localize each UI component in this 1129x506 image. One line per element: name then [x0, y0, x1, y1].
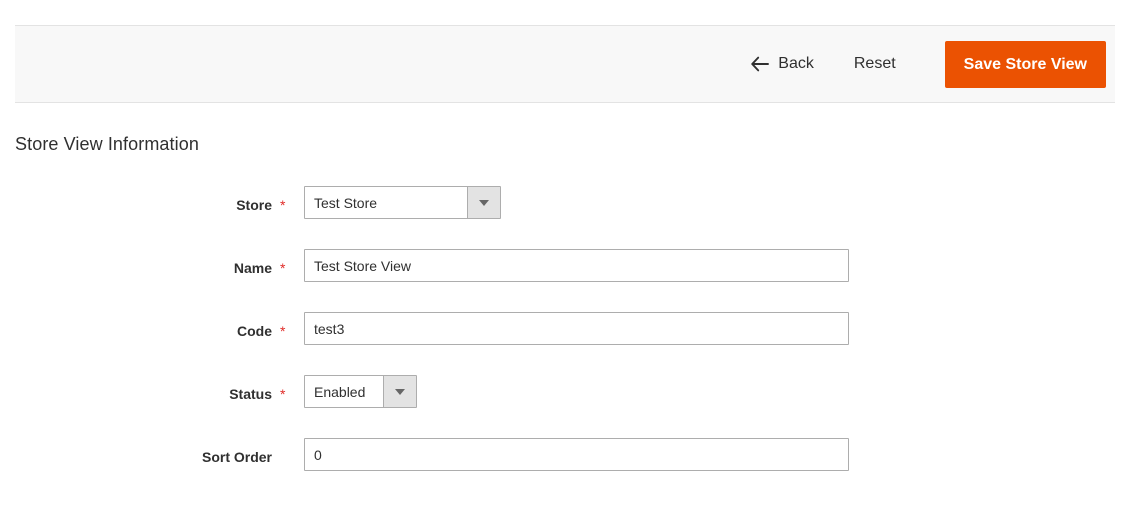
field-label-name: Name * — [0, 249, 288, 286]
required-asterisk: * — [280, 322, 286, 339]
store-select-toggle[interactable] — [467, 187, 500, 218]
chevron-down-icon — [479, 199, 489, 206]
field-control-store: Test Store — [304, 186, 501, 219]
code-input[interactable] — [304, 312, 849, 345]
field-label-text: Name — [233, 259, 272, 276]
field-control-status: Enabled — [304, 375, 417, 408]
reset-button[interactable]: Reset — [850, 49, 900, 79]
section-title: Store View Information — [15, 134, 199, 154]
store-view-information-form: Store * Test Store Name * Code * — [0, 186, 1129, 501]
required-asterisk: * — [280, 196, 286, 213]
field-label-sort-order: Sort Order — [0, 438, 288, 475]
back-button-label: Back — [778, 55, 814, 72]
chevron-down-icon — [395, 388, 405, 395]
field-label-text: Sort Order — [201, 448, 272, 465]
name-input[interactable] — [304, 249, 849, 282]
field-label-text: Status — [229, 385, 272, 402]
field-row-store: Store * Test Store — [0, 186, 1129, 249]
back-button[interactable]: Back — [748, 49, 816, 79]
field-row-name: Name * — [0, 249, 1129, 312]
status-select[interactable]: Enabled — [304, 375, 417, 408]
arrow-left-icon — [750, 56, 770, 72]
page-actions-bar: Back Reset Save Store View — [15, 25, 1115, 103]
field-row-sort-order: Sort Order — [0, 438, 1129, 501]
field-row-code: Code * — [0, 312, 1129, 375]
field-label-text: Store — [236, 196, 272, 213]
status-select-toggle[interactable] — [383, 376, 416, 407]
field-label-status: Status * — [0, 375, 288, 412]
required-asterisk: * — [280, 385, 286, 402]
field-control-name — [304, 249, 849, 282]
field-label-store: Store * — [0, 186, 288, 223]
field-control-sort-order — [304, 438, 849, 471]
status-select-value: Enabled — [314, 383, 366, 400]
field-label-code: Code * — [0, 312, 288, 349]
store-select[interactable]: Test Store — [304, 186, 501, 219]
store-select-value: Test Store — [314, 194, 378, 211]
field-label-text: Code — [237, 322, 272, 339]
required-asterisk: * — [280, 259, 286, 276]
field-control-code — [304, 312, 849, 345]
field-row-status: Status * Enabled — [0, 375, 1129, 438]
sort-order-input[interactable] — [304, 438, 849, 471]
save-store-view-button[interactable]: Save Store View — [944, 40, 1106, 88]
